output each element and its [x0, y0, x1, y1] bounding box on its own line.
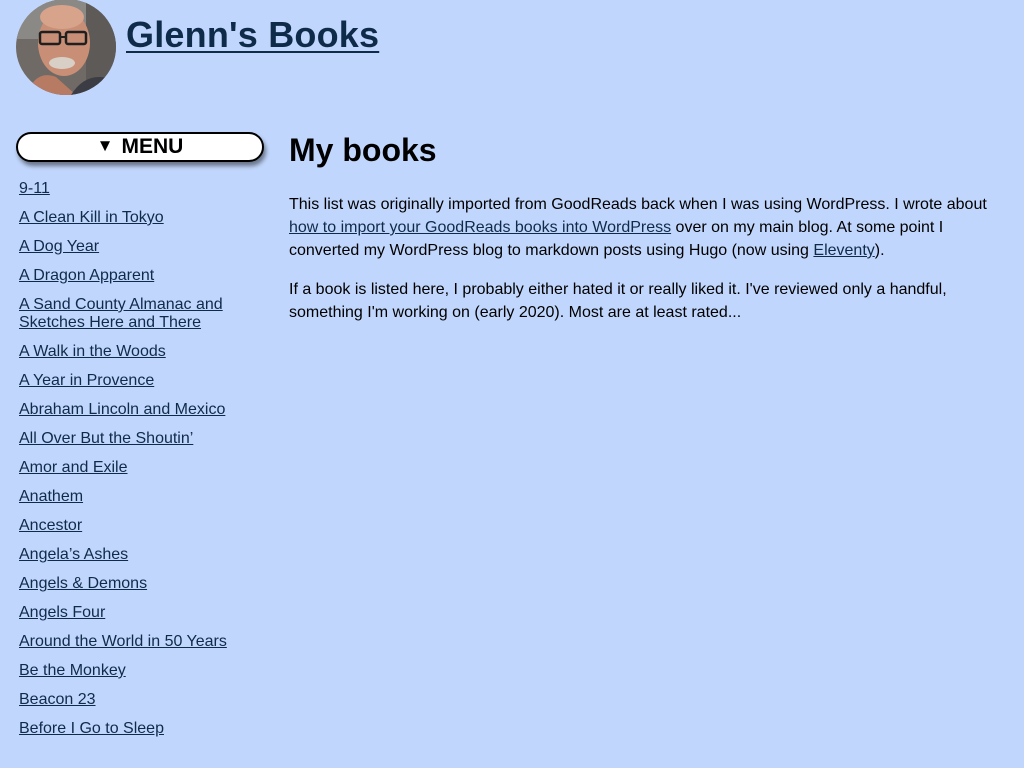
book-link[interactable]: Abraham Lincoln and Mexico [19, 401, 225, 418]
list-item: Ancestor [19, 517, 266, 535]
list-item: A Dog Year [19, 238, 266, 256]
book-link[interactable]: A Dragon Apparent [19, 267, 154, 284]
book-link[interactable]: A Clean Kill in Tokyo [19, 209, 164, 226]
book-link[interactable]: Angela’s Ashes [19, 546, 128, 563]
book-link[interactable]: Angels Four [19, 604, 105, 621]
book-link[interactable]: A Walk in the Woods [19, 343, 166, 360]
list-item: Angela’s Ashes [19, 546, 266, 564]
book-link[interactable]: 9-11 [19, 180, 50, 197]
rating-paragraph: If a book is listed here, I probably eit… [289, 281, 947, 321]
list-item: 9-11 [19, 180, 266, 198]
book-link[interactable]: Ancestor [19, 517, 82, 534]
book-list: 9-11 A Clean Kill in Tokyo A Dog Year A … [19, 180, 266, 738]
list-item: A Year in Provence [19, 372, 266, 390]
list-item: Angels & Demons [19, 575, 266, 593]
book-link[interactable]: All Over But the Shoutin’ [19, 430, 193, 447]
list-item: Anathem [19, 488, 266, 506]
list-item: Before I Go to Sleep [19, 720, 266, 738]
intro-paragraph: This list was originally imported from G… [289, 193, 1004, 262]
list-item: Be the Monkey [19, 662, 266, 680]
book-link[interactable]: A Dog Year [19, 238, 99, 255]
list-item: Amor and Exile [19, 459, 266, 477]
book-link[interactable]: Beacon 23 [19, 691, 96, 708]
book-link[interactable]: Be the Monkey [19, 662, 126, 679]
list-item: Abraham Lincoln and Mexico [19, 401, 266, 419]
menu-button[interactable]: ▼ MENU [16, 132, 264, 162]
book-link[interactable]: A Year in Provence [19, 372, 154, 389]
intro-text-a: This list was originally imported from G… [289, 196, 987, 213]
book-link[interactable]: A Sand County Almanac and Sketches Here … [19, 296, 223, 331]
book-link[interactable]: Amor and Exile [19, 459, 128, 476]
site-title-link[interactable]: Glenn's Books [126, 14, 379, 56]
book-link[interactable]: Angels & Demons [19, 575, 147, 592]
list-item: A Sand County Almanac and Sketches Here … [19, 296, 266, 332]
book-link[interactable]: Around the World in 50 Years [19, 633, 227, 650]
book-link[interactable]: Anathem [19, 488, 83, 505]
main-content: My books This list was originally import… [289, 128, 1004, 340]
person-photo-icon [16, 0, 116, 95]
list-item: A Clean Kill in Tokyo [19, 209, 266, 227]
intro-text-c: ). [874, 242, 885, 259]
list-item: Angels Four [19, 604, 266, 622]
avatar [16, 0, 116, 95]
list-item: Beacon 23 [19, 691, 266, 709]
book-link[interactable]: Before I Go to Sleep [19, 720, 164, 737]
goodreads-import-link[interactable]: how to import your GoodReads books into … [289, 219, 671, 236]
list-item: Around the World in 50 Years [19, 633, 266, 651]
sidebar: ▼ MENU 9-11 A Clean Kill in Tokyo A Dog … [16, 132, 266, 749]
list-item: A Walk in the Woods [19, 343, 266, 361]
triangle-down-icon: ▼ [96, 136, 114, 155]
list-item: A Dragon Apparent [19, 267, 266, 285]
site-header: Glenn's Books [16, 0, 379, 96]
page-title: My books [289, 132, 437, 168]
eleventy-link[interactable]: Eleventy [813, 242, 874, 259]
menu-label: MENU [121, 135, 184, 158]
list-item: All Over But the Shoutin’ [19, 430, 266, 448]
